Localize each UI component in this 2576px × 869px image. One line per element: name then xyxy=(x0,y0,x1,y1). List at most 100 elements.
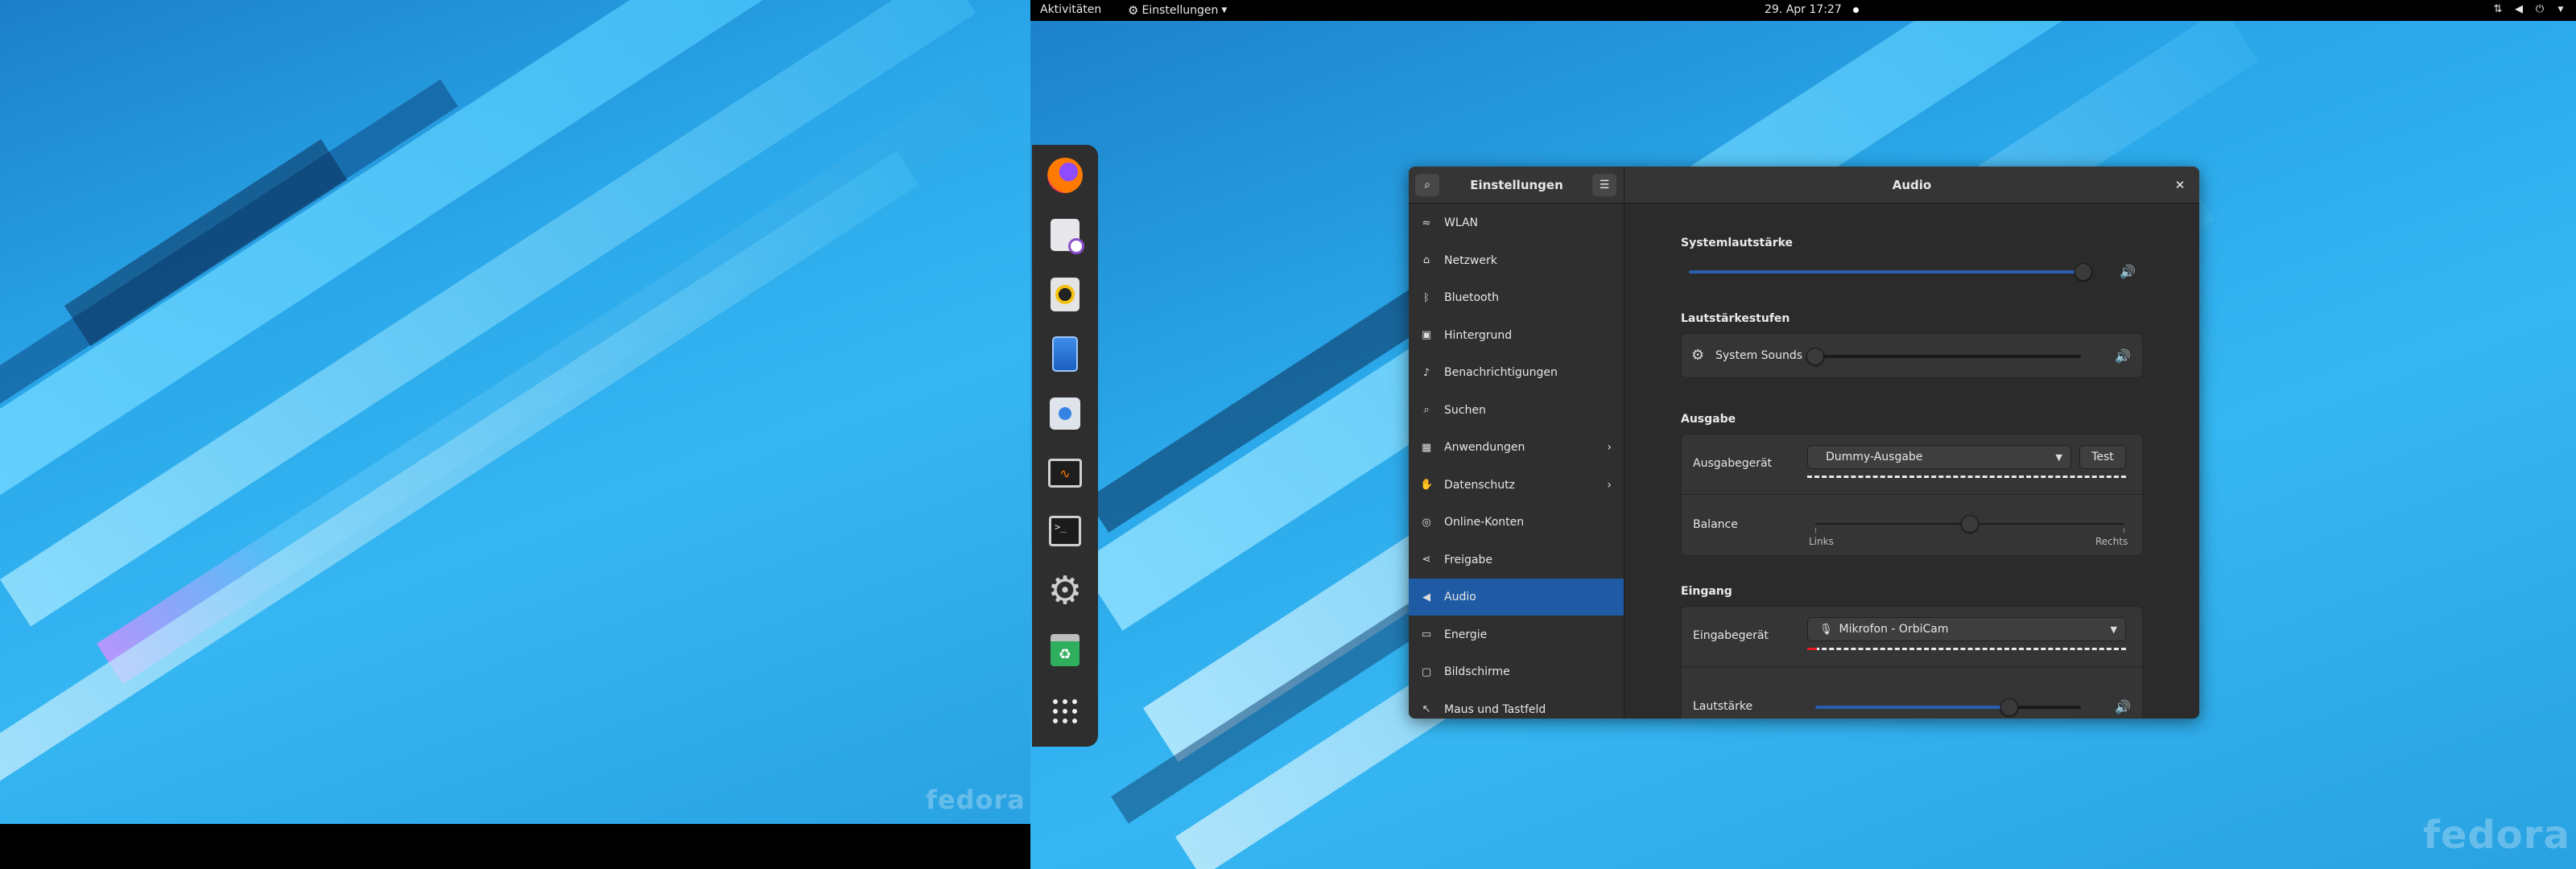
app-menu-button[interactable]: ⚙ Einstellungen ▼ xyxy=(1128,3,1227,18)
dock-app-documents[interactable] xyxy=(1047,336,1083,372)
dock-app-rhythmbox[interactable] xyxy=(1047,277,1083,312)
documents-icon xyxy=(1052,336,1078,372)
input-device-dropdown[interactable]: 🎙 Mikrofon - OrbiCam ▼ xyxy=(1807,617,2126,641)
input-volume-label: Lautstärke xyxy=(1693,700,1753,713)
section-heading-output: Ausgabe xyxy=(1681,413,1736,426)
sidebar: ≈ WLAN ⌂ Netzwerk ᛒ Bluetooth ▣ Hintergrund ♪ Ben… xyxy=(1409,204,1624,719)
app-grid-icon xyxy=(1053,699,1077,723)
sidebar-item-freigabe[interactable]: ⋖ Freigabe xyxy=(1409,542,1624,579)
input-level-meter xyxy=(1807,648,2126,650)
balance-right-label: Rechts xyxy=(2095,536,2128,547)
sidebar-item-wlan[interactable]: ≈ WLAN xyxy=(1409,204,1624,241)
activities-button[interactable]: Aktivitäten xyxy=(1040,3,1101,16)
sidebar-item-label: Hintergrund xyxy=(1444,328,1513,342)
menu-button[interactable]: ☰ xyxy=(1592,174,1616,196)
fedora-watermark: fedora xyxy=(926,785,1026,815)
dock-app-firefox[interactable] xyxy=(1047,158,1083,193)
header-bar: ⌕ Einstellungen ☰ Audio ✕ xyxy=(1409,167,2199,204)
sidebar-item-bildschirme[interactable]: ▢ Bildschirme xyxy=(1409,653,1624,690)
sidebar-item-label: Audio xyxy=(1444,591,1476,603)
test-button[interactable]: Test xyxy=(2079,445,2126,469)
power-icon: ⏻ xyxy=(2535,3,2545,15)
input-device-value: Mikrofon - OrbiCam xyxy=(1839,623,1949,636)
input-level-indicator xyxy=(1807,648,1817,650)
sidebar-item-label: Benachrichtigungen xyxy=(1444,366,1558,379)
balance-label: Balance xyxy=(1693,518,1738,531)
output-device-value: Dummy-Ausgabe xyxy=(1826,451,1923,463)
speaker-icon[interactable]: 🔊 xyxy=(2115,699,2131,715)
sidebar-item-suchen[interactable]: ⌕ Suchen xyxy=(1409,392,1624,429)
search-icon: ⌕ xyxy=(1423,404,1430,416)
system-volume-slider[interactable] xyxy=(1689,270,2091,274)
applications-icon: ▦ xyxy=(1421,441,1432,454)
wifi-icon: ≈ xyxy=(1422,216,1431,229)
firefox-icon xyxy=(1047,158,1083,193)
speaker-icon[interactable]: 🔊 xyxy=(2115,348,2131,364)
close-button[interactable]: ✕ xyxy=(2170,175,2190,195)
chevron-right-icon: › xyxy=(1607,441,1612,454)
input-volume-slider[interactable] xyxy=(1815,706,2081,709)
dock-app-grid[interactable] xyxy=(1047,694,1083,729)
dock-app-software[interactable] xyxy=(1047,396,1083,431)
chevron-down-icon: ▼ xyxy=(1221,6,1228,14)
app-menu-label: Einstellungen xyxy=(1141,4,1219,17)
power-icon: ▭ xyxy=(1421,628,1432,640)
sidebar-item-label: Bildschirme xyxy=(1444,665,1510,678)
software-icon xyxy=(1050,397,1080,430)
system-volume-slider-knob[interactable] xyxy=(2074,263,2092,281)
dock-app-settings[interactable]: ⚙ xyxy=(1047,568,1083,613)
online-accounts-icon: ◎ xyxy=(1422,516,1431,529)
settings-gear-icon: ⚙ xyxy=(1047,568,1083,613)
section-heading-volume-levels: Lautstärkestufen xyxy=(1681,312,1790,325)
sidebar-item-benachrichtigungen[interactable]: ♪ Benachrichtigungen xyxy=(1409,354,1624,391)
sidebar-item-online-konten[interactable]: ◎ Online-Konten xyxy=(1409,504,1624,541)
sidebar-item-label: WLAN xyxy=(1444,216,1479,229)
fedora-watermark: fedora xyxy=(2423,813,2570,858)
sidebar-item-datenschutz[interactable]: ✋ Datenschutz › xyxy=(1409,467,1624,504)
dock-app-terminal[interactable]: >_ xyxy=(1047,513,1083,549)
mouse-icon: ↖ xyxy=(1422,703,1431,715)
network-icon: ⌂ xyxy=(1422,254,1430,266)
dock-app-system-monitor[interactable]: ∿ xyxy=(1047,455,1083,491)
sidebar-item-energie[interactable]: ▭ Energie xyxy=(1409,616,1624,653)
system-sounds-slider[interactable] xyxy=(1815,355,2081,358)
input-volume-slider-knob[interactable] xyxy=(2000,698,2018,716)
input-device-label: Eingabegerät xyxy=(1693,629,1769,642)
sidebar-item-label: Online-Konten xyxy=(1444,516,1525,529)
hamburger-icon: ☰ xyxy=(1599,179,1610,192)
input-card: Eingabegerät 🎙 Mikrofon - OrbiCam ▼ Laut… xyxy=(1681,606,2144,719)
sidebar-item-anwendungen[interactable]: ▦ Anwendungen › xyxy=(1409,429,1624,466)
section-heading-input: Eingang xyxy=(1681,585,1732,598)
sidebar-item-label: Datenschutz xyxy=(1444,478,1515,492)
volume-icon: ◀ xyxy=(2515,3,2523,15)
desktop: fedora fedora Aktivitäten ⚙ Einstellunge… xyxy=(0,0,2576,869)
chevron-down-icon: ▼ xyxy=(2055,451,2062,463)
system-tray[interactable]: ⇅ ◀ ⏻ ▼ xyxy=(2492,3,2566,15)
dash-dock: ∿ >_ ⚙ ♻ xyxy=(1032,145,1098,747)
sidebar-item-netzwerk[interactable]: ⌂ Netzwerk xyxy=(1409,242,1624,279)
settings-gear-icon: ⚙ xyxy=(1128,3,1139,18)
dock-app-trash[interactable]: ♻ xyxy=(1047,632,1083,668)
sidebar-item-bluetooth[interactable]: ᛒ Bluetooth xyxy=(1409,279,1624,316)
close-icon: ✕ xyxy=(2174,178,2186,192)
system-sounds-label: System Sounds xyxy=(1715,349,1803,362)
clock[interactable]: 29. Apr 17:27 xyxy=(1765,3,1842,16)
speaker-icon[interactable]: 🔊 xyxy=(2120,264,2136,279)
balance-slider-knob[interactable] xyxy=(1961,515,1979,533)
system-sounds-slider-knob[interactable] xyxy=(1806,348,1824,365)
output-device-dropdown[interactable]: Dummy-Ausgabe ▼ xyxy=(1807,445,2071,469)
page-title: Audio xyxy=(1892,178,1932,192)
sidebar-item-hintergrund[interactable]: ▣ Hintergrund xyxy=(1409,317,1624,354)
sidebar-item-label: Bluetooth xyxy=(1444,291,1499,304)
sidebar-item-label: Maus und Tastfeld xyxy=(1444,702,1546,716)
sidebar-item-audio[interactable]: ◀ Audio xyxy=(1409,579,1624,616)
dock-app-calendar[interactable] xyxy=(1047,217,1084,254)
output-card: Ausgabegerät Dummy-Ausgabe ▼ Test Balanc… xyxy=(1681,434,2144,556)
sidebar-item-maus-und-tastfeld[interactable]: ↖ Maus und Tastfeld xyxy=(1409,691,1624,719)
output-level-meter xyxy=(1807,476,2126,478)
top-bar: Aktivitäten ⚙ Einstellungen ▼ 29. Apr 17… xyxy=(1030,0,2576,21)
rhythmbox-icon xyxy=(1051,278,1080,311)
system-monitor-icon: ∿ xyxy=(1048,459,1082,488)
sidebar-item-label: Freigabe xyxy=(1444,553,1492,566)
sharing-icon: ⋖ xyxy=(1422,554,1431,566)
